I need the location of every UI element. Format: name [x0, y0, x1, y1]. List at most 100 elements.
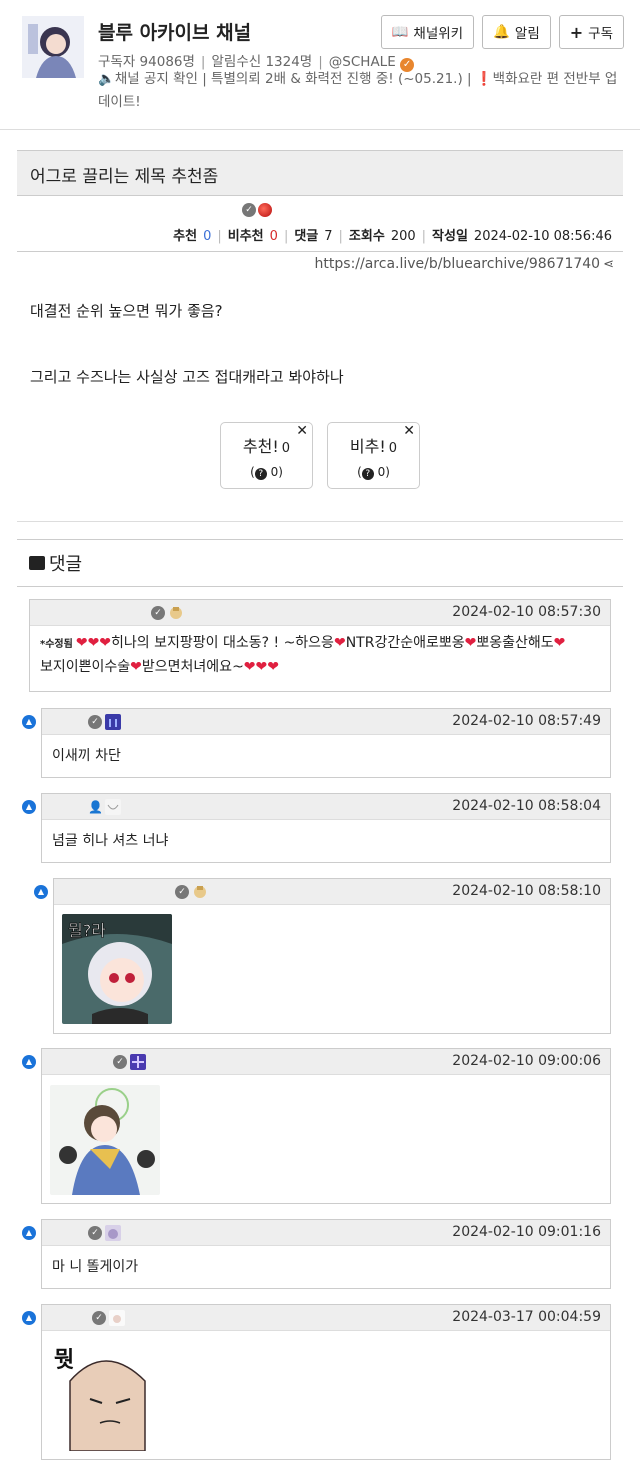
comment-text: 마 니 똘게이가	[52, 1259, 139, 1275]
vote-up-label: 추천!	[242, 437, 279, 456]
comments-count: 7	[324, 229, 333, 244]
heart-icon: ❤	[130, 659, 142, 675]
plus-icon: +	[569, 22, 584, 42]
comment-header: 👤 2024-02-10 08:58:04	[42, 794, 610, 820]
channel-avatar[interactable]	[22, 16, 84, 78]
user-avatar[interactable]	[168, 605, 184, 621]
comments-label: 댓글	[294, 229, 319, 244]
comment-date: 2024-02-10 09:00:06	[452, 1053, 601, 1069]
reply-arrow-icon[interactable]: ▲	[22, 1311, 36, 1325]
comment-text: 이새끼 차단	[52, 748, 121, 764]
subscribe-label: 구독	[588, 26, 613, 42]
user-avatar[interactable]	[109, 1310, 125, 1326]
user-avatar[interactable]	[105, 714, 121, 730]
vote-down-sub: 0	[377, 465, 386, 479]
user-icon: 👤	[88, 800, 103, 814]
channel-header: 블루 아카이브 채널 구독자 94086명 | 알림수신 1324명 | @SCHALE…	[0, 0, 640, 130]
subscribe-button[interactable]: + 구독	[558, 15, 624, 49]
heart-icon: ❤❤❤	[243, 659, 279, 675]
comment-date: 2024-02-10 08:58:10	[452, 883, 601, 899]
check-badge-icon: ✓	[175, 885, 189, 899]
comment-header: ✓ 2024-02-10 08:57:49	[42, 709, 610, 735]
alarm-label: 알림	[514, 26, 540, 42]
comment-date: 2024-03-17 00:04:59	[452, 1309, 601, 1325]
sticker-image[interactable]	[50, 1085, 160, 1195]
article-date: 2024-02-10 08:56:46	[473, 229, 612, 244]
check-badge-icon: ✓	[113, 1055, 127, 1069]
svg-text:뭘?라: 뭘?라	[68, 921, 106, 940]
comment-date: 2024-02-10 08:58:04	[452, 798, 601, 814]
comment-text: NTR강간순애로뽀옹	[345, 635, 465, 651]
channel-title[interactable]: 블루 아카이브 채널	[98, 18, 251, 45]
comment-header: ✓ 2024-02-10 08:57:30	[30, 600, 610, 626]
comment-header: ✓ 2024-02-10 09:00:06	[42, 1049, 610, 1075]
sticker-image[interactable]: 뭘?라	[62, 914, 172, 1024]
question-icon: ?	[361, 468, 374, 480]
comment-text: 보지이쁜이수술	[40, 659, 131, 675]
user-avatar[interactable]	[105, 799, 121, 815]
unrecommend-count: 0	[269, 229, 278, 244]
share-icon[interactable]: ⋖	[603, 257, 614, 272]
reply-arrow-icon[interactable]: ▲	[22, 1226, 36, 1240]
heart-icon: ❤❤❤	[75, 635, 112, 651]
check-badge-icon: ✓	[88, 715, 102, 729]
vote-up-sub: 0	[270, 465, 279, 479]
comment-item: ✓ 2024-02-10 08:57:30 *수정됨 ❤❤❤히나의 보지팡팡이 대…	[29, 599, 611, 692]
close-icon[interactable]: ✕	[296, 423, 308, 439]
vote-down-label: 비추!	[349, 437, 386, 456]
reply-arrow-icon[interactable]: ▲	[22, 800, 36, 814]
comment-header: ✓ 2024-02-10 08:58:10	[54, 879, 610, 905]
book-icon: 📖	[391, 24, 409, 40]
vote-up-button[interactable]: 추천! 0 (? 0) ✕	[220, 422, 313, 489]
svg-text:뭣: 뭣	[54, 1348, 74, 1373]
user-avatar[interactable]	[130, 1054, 146, 1070]
reply-arrow-icon[interactable]: ▲	[34, 885, 48, 899]
comment-text: 받으면처녀에요~	[141, 659, 244, 675]
article-body-line-2: 그리고 수즈나는 사실상 고즈 접대캐라고 봐야하나	[30, 368, 344, 386]
vote-down-button[interactable]: 비추! 0 (? 0) ✕	[327, 422, 420, 489]
comment-date: 2024-02-10 08:57:30	[452, 604, 601, 620]
comment-item: ✓ 2024-02-10 09:00:06	[41, 1048, 611, 1204]
author-avatar	[258, 203, 272, 217]
heart-icon: ❤	[553, 635, 566, 651]
article-body-line-1: 대결전 순위 높으면 뭐가 좋음?	[30, 302, 223, 320]
bell-icon: 🔔	[493, 24, 510, 40]
comment-text: 념글 히나 셔츠 너냐	[52, 833, 169, 849]
comment-text: 히나의 보지팡팡이 대소동? ! ~하으응	[111, 635, 334, 651]
check-badge-icon: ✓	[88, 1226, 102, 1240]
vote-down-count: 0	[388, 441, 398, 456]
author-info[interactable]: ✓	[242, 203, 272, 217]
comment-header: ✓ 2024-03-17 00:04:59	[42, 1305, 610, 1331]
comment-header: ✓ 2024-02-10 09:01:16	[42, 1220, 610, 1246]
sticker-image[interactable]: 뭣	[50, 1341, 160, 1451]
speaker-icon: 🔈	[98, 71, 115, 87]
url-text[interactable]: https://arca.live/b/bluearchive/98671740	[315, 256, 601, 272]
article-stats: 추천 0 | 비추천 0 | 댓글 7 | 조회수 200 | 작성일 2024-02-10 08:56:…	[173, 229, 612, 244]
comment-body: 념글 히나 셔츠 너냐	[42, 820, 610, 863]
channel-notice[interactable]: 🔈채널 공지 확인 | 특별의뢰 2배 & 화력전 진행 중! (~05.21.…	[98, 68, 628, 114]
comment-item: ✓ 2024-02-10 09:01:16 마 니 똘게이가	[41, 1219, 611, 1289]
article-url[interactable]: https://arca.live/b/bluearchive/98671740…	[315, 256, 614, 272]
check-badge-icon: ✓	[151, 606, 165, 620]
user-avatar[interactable]	[105, 1225, 121, 1241]
reply-arrow-icon[interactable]: ▲	[22, 715, 36, 729]
user-avatar[interactable]	[192, 884, 208, 900]
alarm-button[interactable]: 🔔 알림	[482, 15, 551, 49]
question-icon: ?	[254, 468, 267, 480]
comment-date: 2024-02-10 08:57:49	[452, 713, 601, 729]
close-icon[interactable]: ✕	[403, 423, 415, 439]
reply-arrow-icon[interactable]: ▲	[22, 1055, 36, 1069]
divider	[17, 521, 623, 522]
channel-wiki-button[interactable]: 📖 채널위키	[380, 15, 475, 49]
comment-date: 2024-02-10 09:01:16	[452, 1224, 601, 1240]
notice-text[interactable]: 채널 공지 확인 | 특별의뢰 2배 & 화력전 진행 중! (~05.21.)…	[98, 71, 617, 110]
comment-item: ✓ 2024-02-10 08:57:49 이새끼 차단	[41, 708, 611, 778]
vote-up-count: 0	[281, 441, 291, 456]
heart-icon: ❤	[333, 635, 346, 651]
views-label: 조회수	[348, 229, 385, 244]
views-count: 200	[390, 229, 416, 244]
wiki-label: 채널위키	[413, 26, 464, 42]
comment-item: 👤 2024-02-10 08:58:04 념글 히나 셔츠 너냐	[41, 793, 611, 863]
comment-item: ✓ 2024-03-17 00:04:59 뭣	[41, 1304, 611, 1460]
recommend-count: 0	[203, 229, 212, 244]
